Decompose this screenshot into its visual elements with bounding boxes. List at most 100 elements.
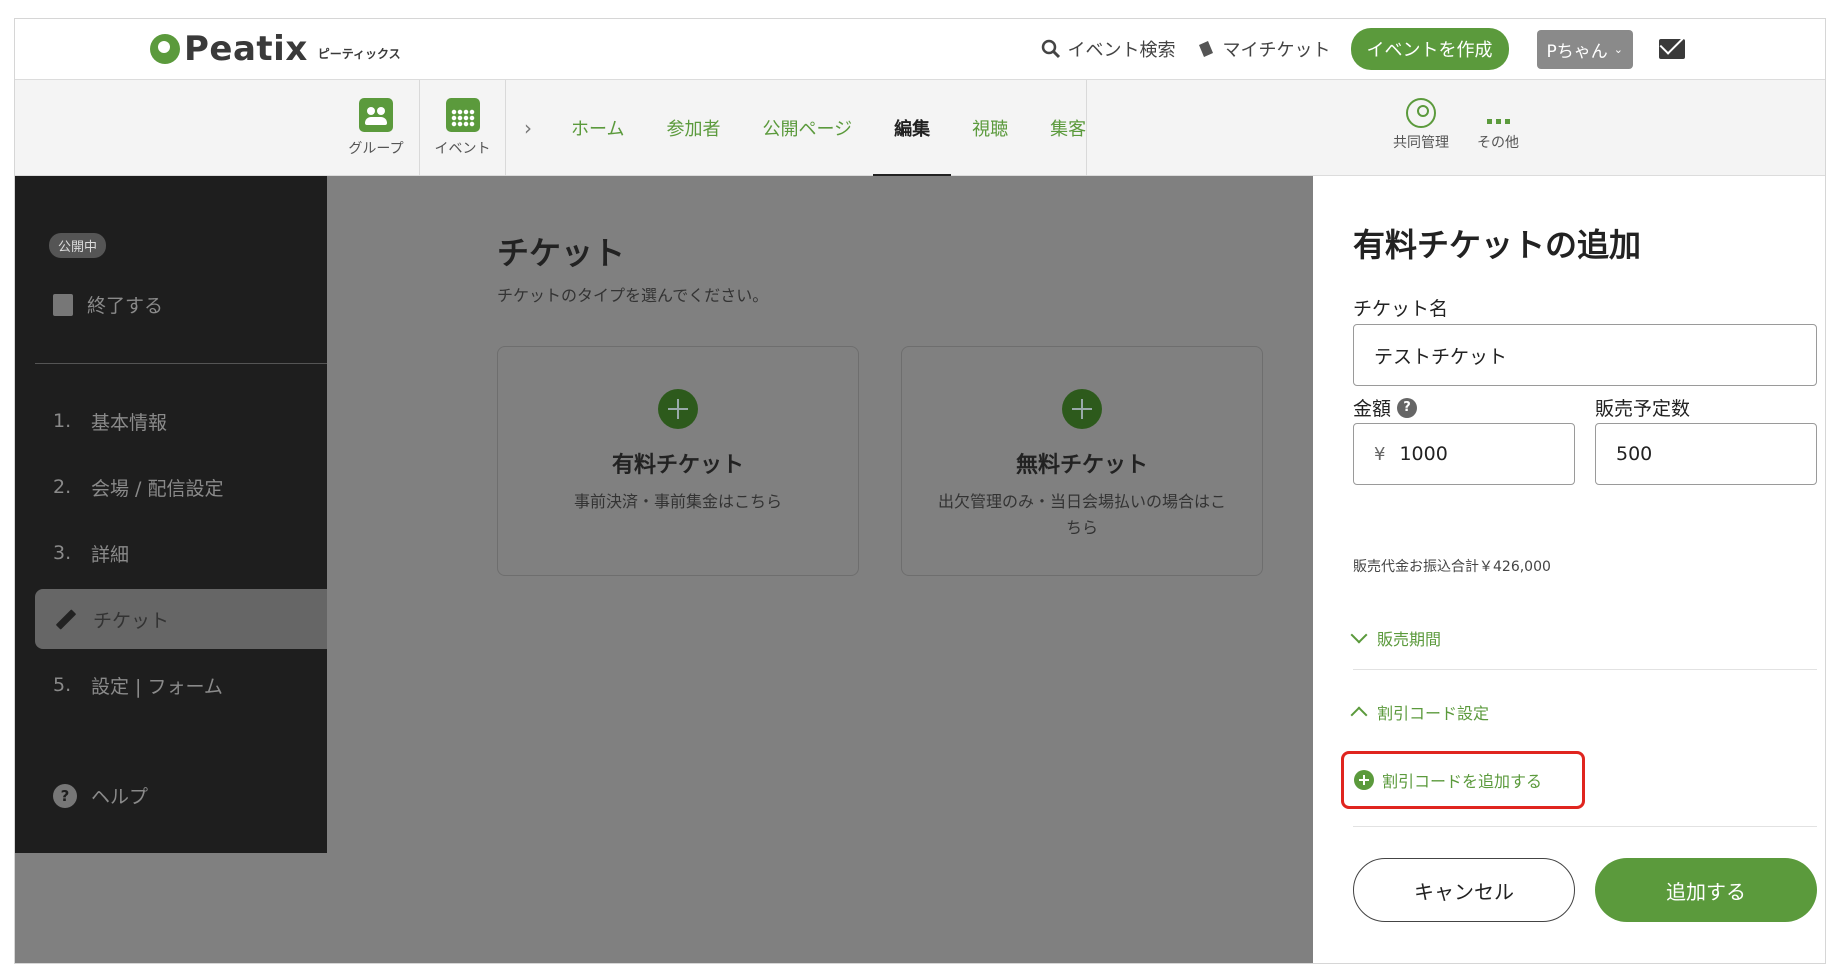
co-management-label: 共同管理 (1393, 135, 1449, 151)
help-link[interactable]: ? ヘルプ (53, 782, 148, 809)
step-number: 3. (53, 542, 72, 564)
my-tickets-link[interactable]: マイチケット (1196, 36, 1331, 62)
my-tickets-label: マイチケット (1222, 40, 1331, 61)
tab-attendees[interactable]: 参加者 (645, 80, 741, 176)
tab-public-page[interactable]: 公開ページ (741, 80, 873, 176)
cancel-button[interactable]: キャンセル (1353, 858, 1575, 922)
add-paid-ticket-panel: 有料チケットの追加 チケット名 テストチケット 金額 ? ¥ 1000 販売予定… (1313, 176, 1825, 963)
panel-title: 有料チケットの追加 (1353, 226, 1642, 264)
help-label: ヘルプ (91, 786, 149, 808)
sales-period-toggle[interactable]: 販売期間 (1350, 626, 1817, 650)
currency-symbol: ¥ (1374, 443, 1386, 465)
user-name: Pちゃん (1546, 41, 1608, 62)
status-badge: 公開中 (49, 233, 107, 258)
card-description: 事前決済・事前集金はこちら (573, 492, 782, 511)
chevron-down-icon: ⌄ (1613, 42, 1623, 56)
overlay-bottom (15, 853, 1313, 963)
event-nav-label: イベント (434, 141, 491, 157)
page-subtitle: チケットのタイプを選んでください。 (497, 286, 769, 305)
ticket-name-value: テストチケット (1374, 345, 1508, 368)
group-icon (359, 98, 393, 132)
end-event-icon (53, 293, 73, 316)
sales-period-label: 販売期間 (1377, 630, 1442, 649)
quantity-input[interactable]: 500 (1595, 423, 1817, 485)
ticket-name-label: チケット名 (1353, 294, 1448, 321)
price-label-text: 金額 (1353, 398, 1392, 420)
plus-circle-icon (1354, 770, 1374, 790)
add-discount-code-label: 割引コードを追加する (1382, 772, 1543, 791)
tab-promotion[interactable]: 集客 (1029, 80, 1107, 176)
more-button[interactable]: その他 (1477, 98, 1519, 152)
event-subnav: グループ イベント › ホーム 参加者 公開ページ 編集 視聴 集客 共同管理 (15, 80, 1825, 177)
step-label: チケット (93, 609, 170, 632)
add-ticket-button[interactable]: 追加する (1595, 858, 1817, 922)
user-menu-button[interactable]: Pちゃん ⌄ (1536, 29, 1633, 69)
step-label: 設定 | フォーム (91, 675, 223, 698)
step-number: 2. (53, 476, 72, 498)
event-search-label: イベント検索 (1067, 40, 1176, 61)
discount-settings-label: 割引コード設定 (1377, 704, 1490, 723)
page-title: チケット (497, 234, 626, 272)
payout-total: 販売代金お振込合計￥426,000 (1353, 559, 1551, 575)
event-search-link[interactable]: イベント検索 (1041, 36, 1176, 62)
end-event-button[interactable]: 終了する (53, 291, 163, 318)
sidebar-item-settings-form[interactable]: 5. 設定 | フォーム (35, 652, 327, 718)
group-nav-tile[interactable]: グループ (333, 80, 419, 176)
tab-home[interactable]: ホーム (550, 80, 645, 176)
header-actions: イベント検索 マイチケット イベントを作成 Pちゃん ⌄ (1041, 28, 1685, 70)
step-number: 5. (53, 674, 72, 696)
logo-text: Peatix (184, 29, 308, 69)
paid-ticket-card[interactable]: 有料チケット 事前決済・事前集金はこちら (497, 346, 859, 576)
discount-settings-toggle[interactable]: 割引コード設定 (1350, 700, 1817, 724)
sidebar-item-tickets[interactable]: チケット (35, 589, 327, 649)
sidebar-item-basic-info[interactable]: 1. 基本情報 (35, 388, 327, 454)
more-label: その他 (1477, 135, 1519, 151)
logo-mark-icon (150, 34, 180, 64)
card-title: 無料チケット (1015, 453, 1148, 478)
end-event-label: 終了する (87, 295, 164, 317)
create-event-button[interactable]: イベントを作成 (1350, 28, 1509, 70)
quantity-label-text: 販売予定数 (1595, 398, 1691, 420)
edit-sidebar: 公開中 終了する 1. 基本情報 2. 会場 / 配信設定 3. 詳細 チケット… (15, 176, 327, 853)
mail-icon[interactable] (1659, 39, 1685, 59)
sidebar-divider (35, 363, 327, 364)
free-ticket-card[interactable]: 無料チケット 出欠管理のみ・当日会場払いの場合はこちら (901, 346, 1263, 576)
add-discount-code-button[interactable]: 割引コードを追加する (1341, 751, 1585, 809)
subnav-inner: グループ イベント › ホーム 参加者 公開ページ 編集 視聴 集客 (333, 80, 1107, 177)
ticket-main: チケット チケットのタイプを選んでください。 有料チケット 事前決済・事前集金は… (327, 176, 1313, 853)
co-management-icon (1406, 98, 1436, 128)
ticket-name-label-text: チケット名 (1353, 298, 1449, 320)
event-nav-tile[interactable]: イベント (419, 80, 505, 176)
sidebar-item-venue[interactable]: 2. 会場 / 配信設定 (35, 454, 327, 520)
step-number: 1. (53, 410, 72, 432)
tab-viewing[interactable]: 視聴 (951, 80, 1029, 176)
chevron-up-icon (1350, 706, 1368, 724)
ticket-name-input[interactable]: テストチケット (1353, 324, 1817, 386)
peatix-logo[interactable]: Peatix ピーティックス (150, 29, 401, 69)
subnav-divider (1086, 80, 1087, 176)
step-label: 詳細 (91, 543, 130, 566)
co-management-button[interactable]: 共同管理 (1393, 98, 1449, 152)
pencil-icon (53, 607, 77, 631)
ticket-icon (1198, 41, 1213, 57)
card-title: 有料チケット (611, 453, 744, 478)
breadcrumb-chevron-icon: › (505, 80, 550, 176)
divider (1353, 669, 1817, 670)
sidebar-item-details[interactable]: 3. 詳細 (35, 520, 327, 586)
card-description: 出欠管理のみ・当日会場払いの場合はこちら (937, 492, 1226, 537)
quantity-label: 販売予定数 (1595, 394, 1690, 421)
group-nav-label: グループ (348, 141, 404, 157)
step-label: 基本情報 (91, 411, 168, 434)
plus-circle-icon (658, 389, 698, 429)
question-icon[interactable]: ? (1397, 397, 1418, 418)
price-value: 1000 (1399, 443, 1448, 465)
chevron-down-icon (1350, 626, 1368, 644)
app-window: Peatix ピーティックス イベント検索 マイチケット イベントを作成 Pちゃ… (14, 18, 1826, 964)
price-input[interactable]: ¥ 1000 (1353, 423, 1575, 485)
more-dots-icon (1483, 98, 1513, 128)
tab-edit[interactable]: 編集 (873, 80, 952, 177)
search-icon (1041, 39, 1060, 59)
logo-subtext: ピーティックス (317, 46, 401, 61)
help-icon: ? (53, 783, 77, 808)
plus-circle-icon (1062, 389, 1102, 429)
